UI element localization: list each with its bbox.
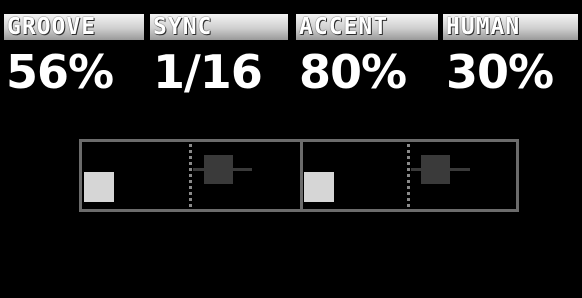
tab-groove[interactable]: GROOVE xyxy=(4,14,144,40)
groove-value: 56% xyxy=(6,45,114,99)
human-value: 30% xyxy=(446,45,554,99)
swing-handle-1[interactable] xyxy=(204,155,233,184)
beat-marker-1 xyxy=(189,144,192,207)
half-divider xyxy=(300,142,303,209)
tab-label-human: HUMAN xyxy=(446,14,521,40)
swing-handle-2[interactable] xyxy=(421,155,450,184)
tab-human[interactable]: HUMAN xyxy=(443,14,578,40)
tab-label-sync: SYNC xyxy=(153,14,213,40)
step-block-1 xyxy=(84,172,114,202)
beat-marker-2 xyxy=(407,144,410,207)
groove-screen: GROOVE SYNC ACCENT HUMAN 56% 1/16 80% 30… xyxy=(0,0,582,298)
tab-label-accent: ACCENT xyxy=(299,14,389,40)
step-block-2 xyxy=(304,172,334,202)
groove-visualizer xyxy=(79,139,519,212)
accent-value: 80% xyxy=(299,45,407,99)
tab-accent[interactable]: ACCENT xyxy=(296,14,438,40)
tab-sync[interactable]: SYNC xyxy=(150,14,288,40)
tab-label-groove: GROOVE xyxy=(7,14,97,40)
sync-value: 1/16 xyxy=(153,45,263,99)
